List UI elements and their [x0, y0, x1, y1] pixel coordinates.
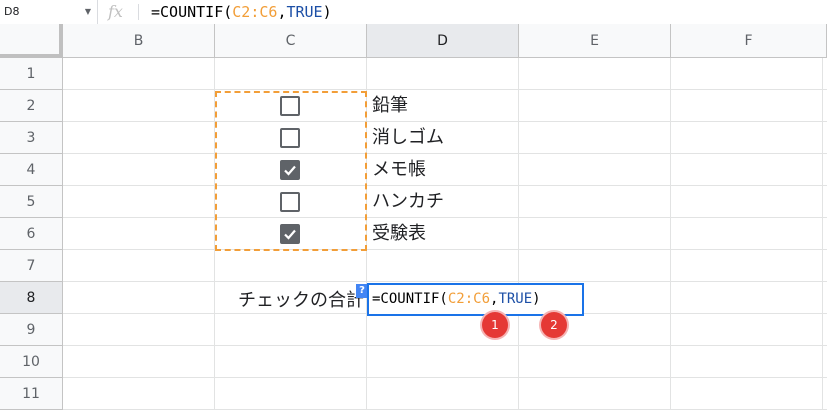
- spreadsheet-grid: B C D E F 1 2 3 4 5 6 7 8 9 10 11 鉛筆 消しゴ…: [0, 24, 827, 410]
- row-header-3[interactable]: 3: [0, 122, 63, 154]
- row-header-10[interactable]: 10: [0, 346, 63, 378]
- formula-prefix: =COUNTIF(: [151, 3, 233, 21]
- formula-close: ): [322, 3, 332, 21]
- gridline: [822, 58, 823, 410]
- gridline: [63, 377, 827, 378]
- checkbox-c4[interactable]: [280, 160, 300, 180]
- row-header-9[interactable]: 9: [0, 314, 63, 346]
- cell-d6[interactable]: 受験表: [372, 218, 426, 250]
- gridline: [63, 345, 827, 346]
- callout-1: 1: [482, 312, 508, 338]
- gridline: [518, 58, 519, 410]
- editor-close: ): [532, 291, 541, 307]
- formula-range: C2:C6: [232, 3, 278, 21]
- cell-d2[interactable]: 鉛筆: [372, 90, 408, 122]
- cell-d3[interactable]: 消しゴム: [372, 122, 444, 154]
- editor-range: C2:C6: [447, 291, 491, 307]
- gridline: [63, 281, 827, 282]
- row-header-2[interactable]: 2: [0, 90, 63, 122]
- fx-icon: fx: [108, 2, 123, 21]
- column-header-d[interactable]: D: [367, 24, 519, 58]
- formula-bar: D8 ▼ fx =COUNTIF(C2:C6,TRUE): [0, 0, 827, 25]
- formula-input[interactable]: =COUNTIF(C2:C6,TRUE): [151, 0, 332, 24]
- editor-true: TRUE: [498, 291, 533, 307]
- column-header-c[interactable]: C: [215, 24, 367, 58]
- cell-d5[interactable]: ハンカチ: [372, 186, 444, 218]
- column-header-b[interactable]: B: [63, 24, 215, 58]
- gridline: [63, 121, 827, 122]
- gridline: [63, 89, 827, 90]
- row-header-11[interactable]: 11: [0, 378, 63, 410]
- check-icon: [284, 165, 296, 176]
- cell-reference: D8: [4, 5, 20, 18]
- cell-d4[interactable]: メモ帳: [372, 154, 426, 186]
- gridline: [670, 58, 671, 410]
- row-header-1[interactable]: 1: [0, 58, 63, 90]
- row-header-4[interactable]: 4: [0, 154, 63, 186]
- select-all-corner[interactable]: [0, 24, 63, 58]
- name-box[interactable]: D8 ▼: [0, 0, 98, 24]
- column-header-f[interactable]: F: [671, 24, 827, 58]
- row-header-7[interactable]: 7: [0, 250, 63, 282]
- column-header-e[interactable]: E: [519, 24, 671, 58]
- formula-separator: [138, 4, 139, 20]
- cell-c8[interactable]: チェックの合計: [238, 285, 364, 317]
- row-header-6[interactable]: 6: [0, 218, 63, 250]
- row-header-8[interactable]: 8: [0, 282, 63, 314]
- gridline: [63, 249, 827, 250]
- gridline: [63, 217, 827, 218]
- checkbox-c2[interactable]: [280, 96, 300, 116]
- row-header-5[interactable]: 5: [0, 186, 63, 218]
- checkbox-c5[interactable]: [280, 192, 300, 212]
- editor-prefix: =COUNTIF(: [372, 291, 448, 307]
- gridline: [63, 185, 827, 186]
- callout-2: 2: [541, 312, 567, 338]
- cell-editor-d8[interactable]: =COUNTIF(C2:C6,TRUE): [367, 283, 584, 316]
- chevron-down-icon[interactable]: ▼: [85, 0, 91, 24]
- formula-true: TRUE: [286, 3, 323, 21]
- checkbox-c6[interactable]: [280, 224, 300, 244]
- checkbox-c3[interactable]: [280, 128, 300, 148]
- gridline: [63, 153, 827, 154]
- check-icon: [284, 229, 296, 240]
